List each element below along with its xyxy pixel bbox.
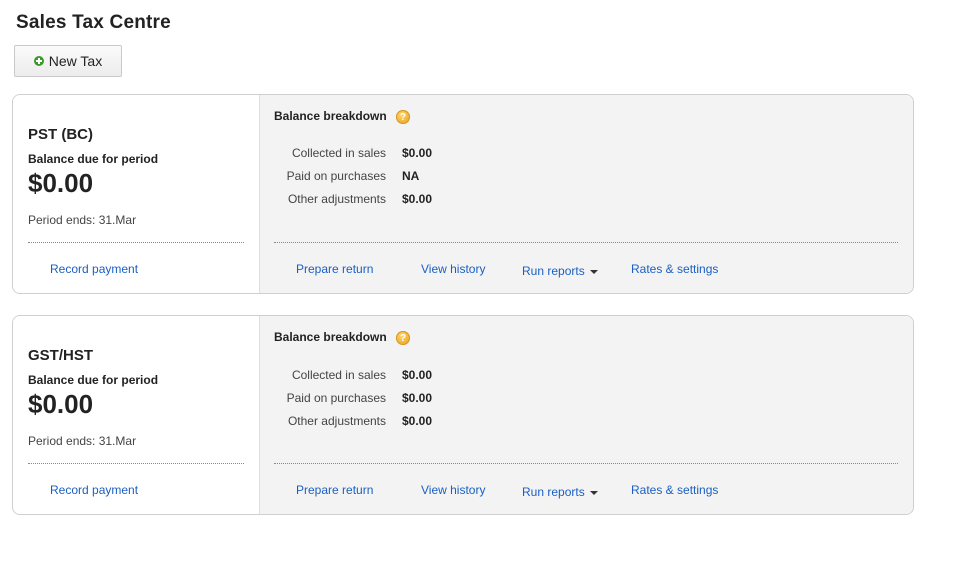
row-value: NA [402, 169, 420, 183]
page-title: Sales Tax Centre [16, 12, 171, 33]
new-tax-label: New Tax [48, 53, 103, 69]
record-payment-link[interactable]: Record payment [50, 483, 138, 497]
prepare-return-link[interactable]: Prepare return [296, 262, 373, 276]
tax-name: PST (BC) [28, 126, 93, 143]
run-reports-dropdown[interactable]: Run reports [522, 485, 598, 499]
caret-down-icon [589, 269, 598, 274]
balance-amount: $0.00 [28, 389, 94, 419]
run-reports-dropdown[interactable]: Run reports [522, 264, 598, 278]
breakdown-row: Other adjustments $0.00 [260, 192, 560, 208]
divider [274, 242, 898, 243]
row-label: Other adjustments [287, 192, 386, 206]
period-ends: Period ends: 31.Mar [28, 434, 137, 448]
row-label: Other adjustments [287, 414, 386, 428]
row-value: $0.00 [402, 391, 433, 405]
tax-summary-panel: GST/HST Balance due for period $0.00 Per… [13, 316, 259, 514]
balance-label: Balance due for period [28, 152, 159, 166]
help-icon[interactable]: ? [396, 110, 410, 124]
divider [28, 463, 244, 464]
period-ends: Period ends: 31.Mar [28, 213, 137, 227]
view-history-link[interactable]: View history [421, 483, 485, 497]
help-icon[interactable]: ? [396, 331, 410, 345]
row-label: Paid on purchases [286, 391, 386, 405]
run-reports-label: Run reports [522, 485, 585, 499]
breakdown-row: Other adjustments $0.00 [260, 414, 560, 430]
prepare-return-link[interactable]: Prepare return [296, 483, 373, 497]
breakdown-row: Paid on purchases NA [260, 169, 560, 185]
row-label: Paid on purchases [286, 169, 386, 183]
row-value: $0.00 [402, 414, 433, 428]
tax-card-pst: PST (BC) Balance due for period $0.00 Pe… [12, 94, 914, 294]
caret-down-icon [589, 490, 598, 495]
row-value: $0.00 [402, 192, 433, 206]
rates-settings-link[interactable]: Rates & settings [631, 483, 718, 497]
record-payment-link[interactable]: Record payment [50, 262, 138, 276]
divider [274, 463, 898, 464]
breakdown-row: Paid on purchases $0.00 [260, 391, 560, 407]
row-value: $0.00 [402, 146, 433, 160]
balance-breakdown-panel: Balance breakdown ? Collected in sales $… [259, 95, 913, 293]
breakdown-title: Balance breakdown [274, 109, 387, 123]
tax-name: GST/HST [28, 347, 94, 364]
breakdown-row: Collected in sales $0.00 [260, 146, 560, 162]
row-label: Collected in sales [291, 368, 386, 382]
plus-circle-icon [33, 56, 44, 66]
divider [28, 242, 244, 243]
tax-summary-panel: PST (BC) Balance due for period $0.00 Pe… [13, 95, 259, 293]
breakdown-title: Balance breakdown [274, 330, 387, 344]
breakdown-row: Collected in sales $0.00 [260, 368, 560, 384]
row-value: $0.00 [402, 368, 433, 382]
balance-label: Balance due for period [28, 373, 159, 387]
row-label: Collected in sales [291, 146, 386, 160]
balance-amount: $0.00 [28, 168, 94, 198]
new-tax-button[interactable]: New Tax [14, 45, 122, 77]
view-history-link[interactable]: View history [421, 262, 485, 276]
run-reports-label: Run reports [522, 264, 585, 278]
tax-card-gst-hst: GST/HST Balance due for period $0.00 Per… [12, 315, 914, 515]
balance-breakdown-panel: Balance breakdown ? Collected in sales $… [259, 316, 913, 514]
rates-settings-link[interactable]: Rates & settings [631, 262, 718, 276]
